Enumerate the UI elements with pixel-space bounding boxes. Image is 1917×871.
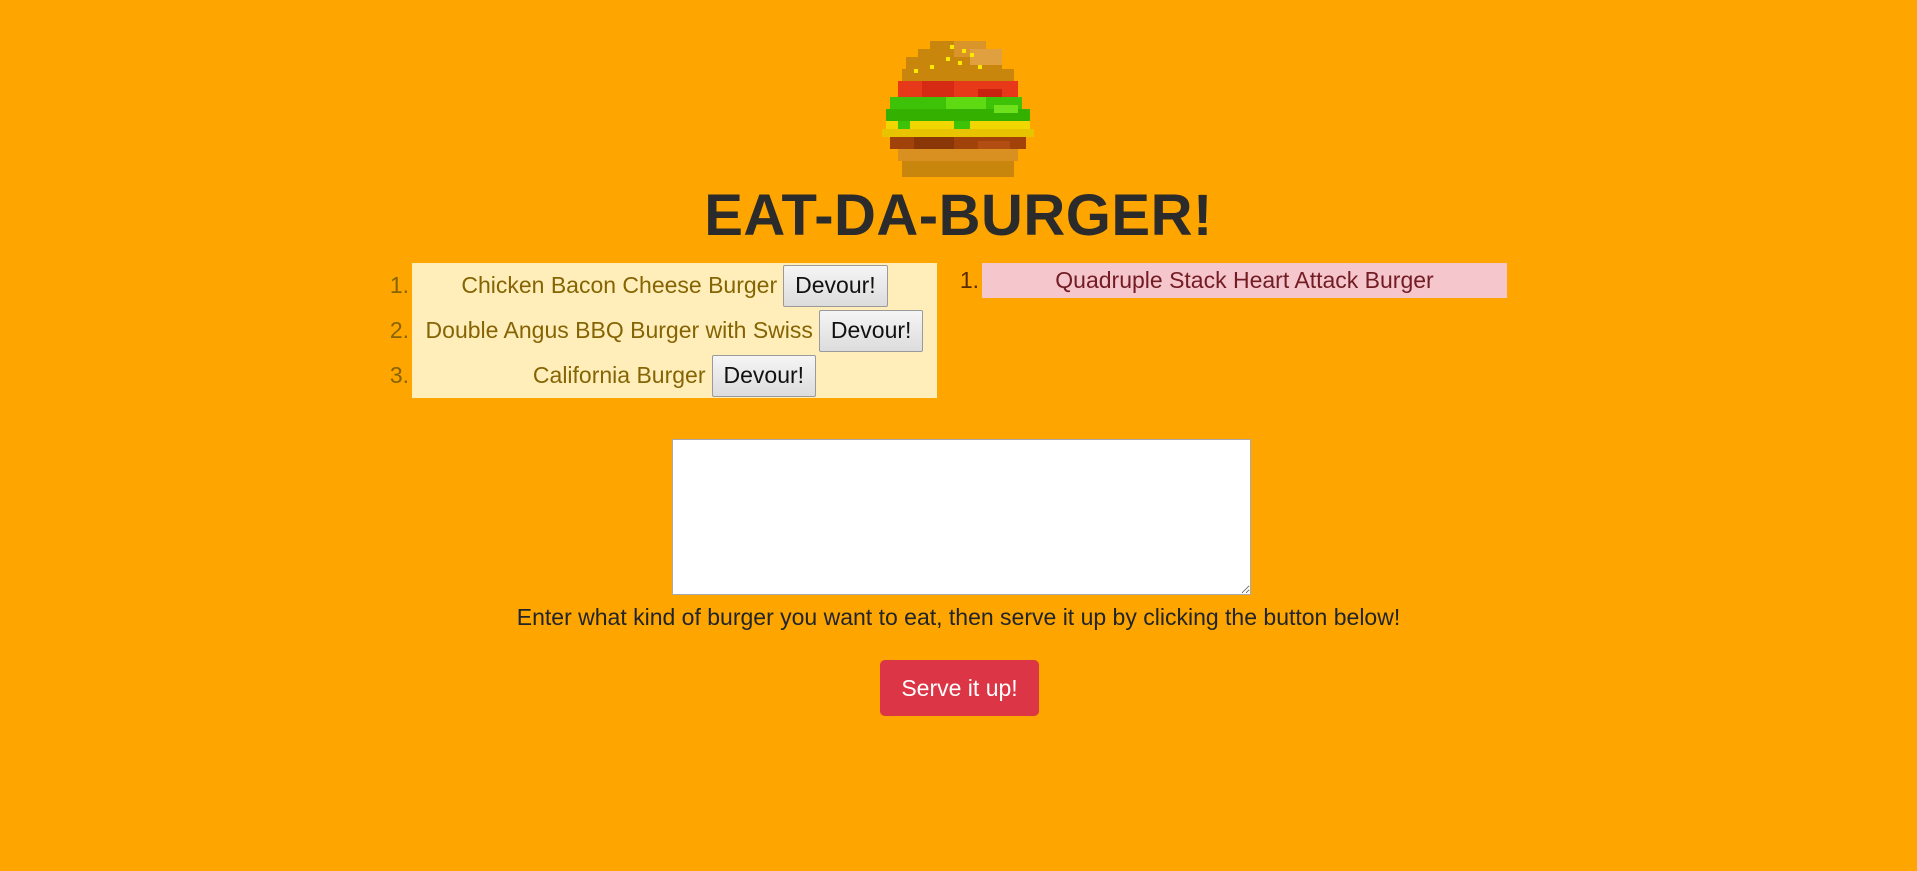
burger-name: California Burger xyxy=(532,362,706,388)
devour-button[interactable]: Devour! xyxy=(711,354,817,397)
uneaten-burger-list: 1. Chicken Bacon Cheese Burger Devour! 2… xyxy=(390,263,937,398)
list-item: 2. Double Angus BBQ Burger with Swiss De… xyxy=(390,308,937,353)
devoured-burger-list: 1. Quadruple Stack Heart Attack Burger xyxy=(960,263,1507,298)
list-item: 1. Chicken Bacon Cheese Burger Devour! xyxy=(390,263,937,308)
list-item: 1. Quadruple Stack Heart Attack Burger xyxy=(960,263,1507,298)
burger-name: Double Angus BBQ Burger with Swiss xyxy=(425,317,813,343)
burger-name-input[interactable] xyxy=(672,439,1251,595)
list-item-number: 2. xyxy=(389,317,409,343)
list-item-number: 3. xyxy=(389,362,409,388)
list-item-number: 1. xyxy=(959,267,979,293)
devour-button[interactable]: Devour! xyxy=(818,309,924,352)
instructions-text: Enter what kind of burger you want to ea… xyxy=(516,604,1401,630)
burger-logo-icon xyxy=(874,40,1042,178)
burger-name: Chicken Bacon Cheese Burger xyxy=(461,272,778,298)
serve-it-up-button[interactable]: Serve it up! xyxy=(880,660,1039,716)
page: EAT-DA-BURGER! 1. Chicken Bacon Cheese B… xyxy=(0,0,1917,871)
devour-button[interactable]: Devour! xyxy=(783,264,888,307)
list-item: 3. California Burger Devour! xyxy=(390,353,937,398)
list-item-number: 1. xyxy=(389,272,409,298)
burger-name: Quadruple Stack Heart Attack Burger xyxy=(1055,267,1434,293)
page-title: EAT-DA-BURGER! xyxy=(704,183,1213,248)
